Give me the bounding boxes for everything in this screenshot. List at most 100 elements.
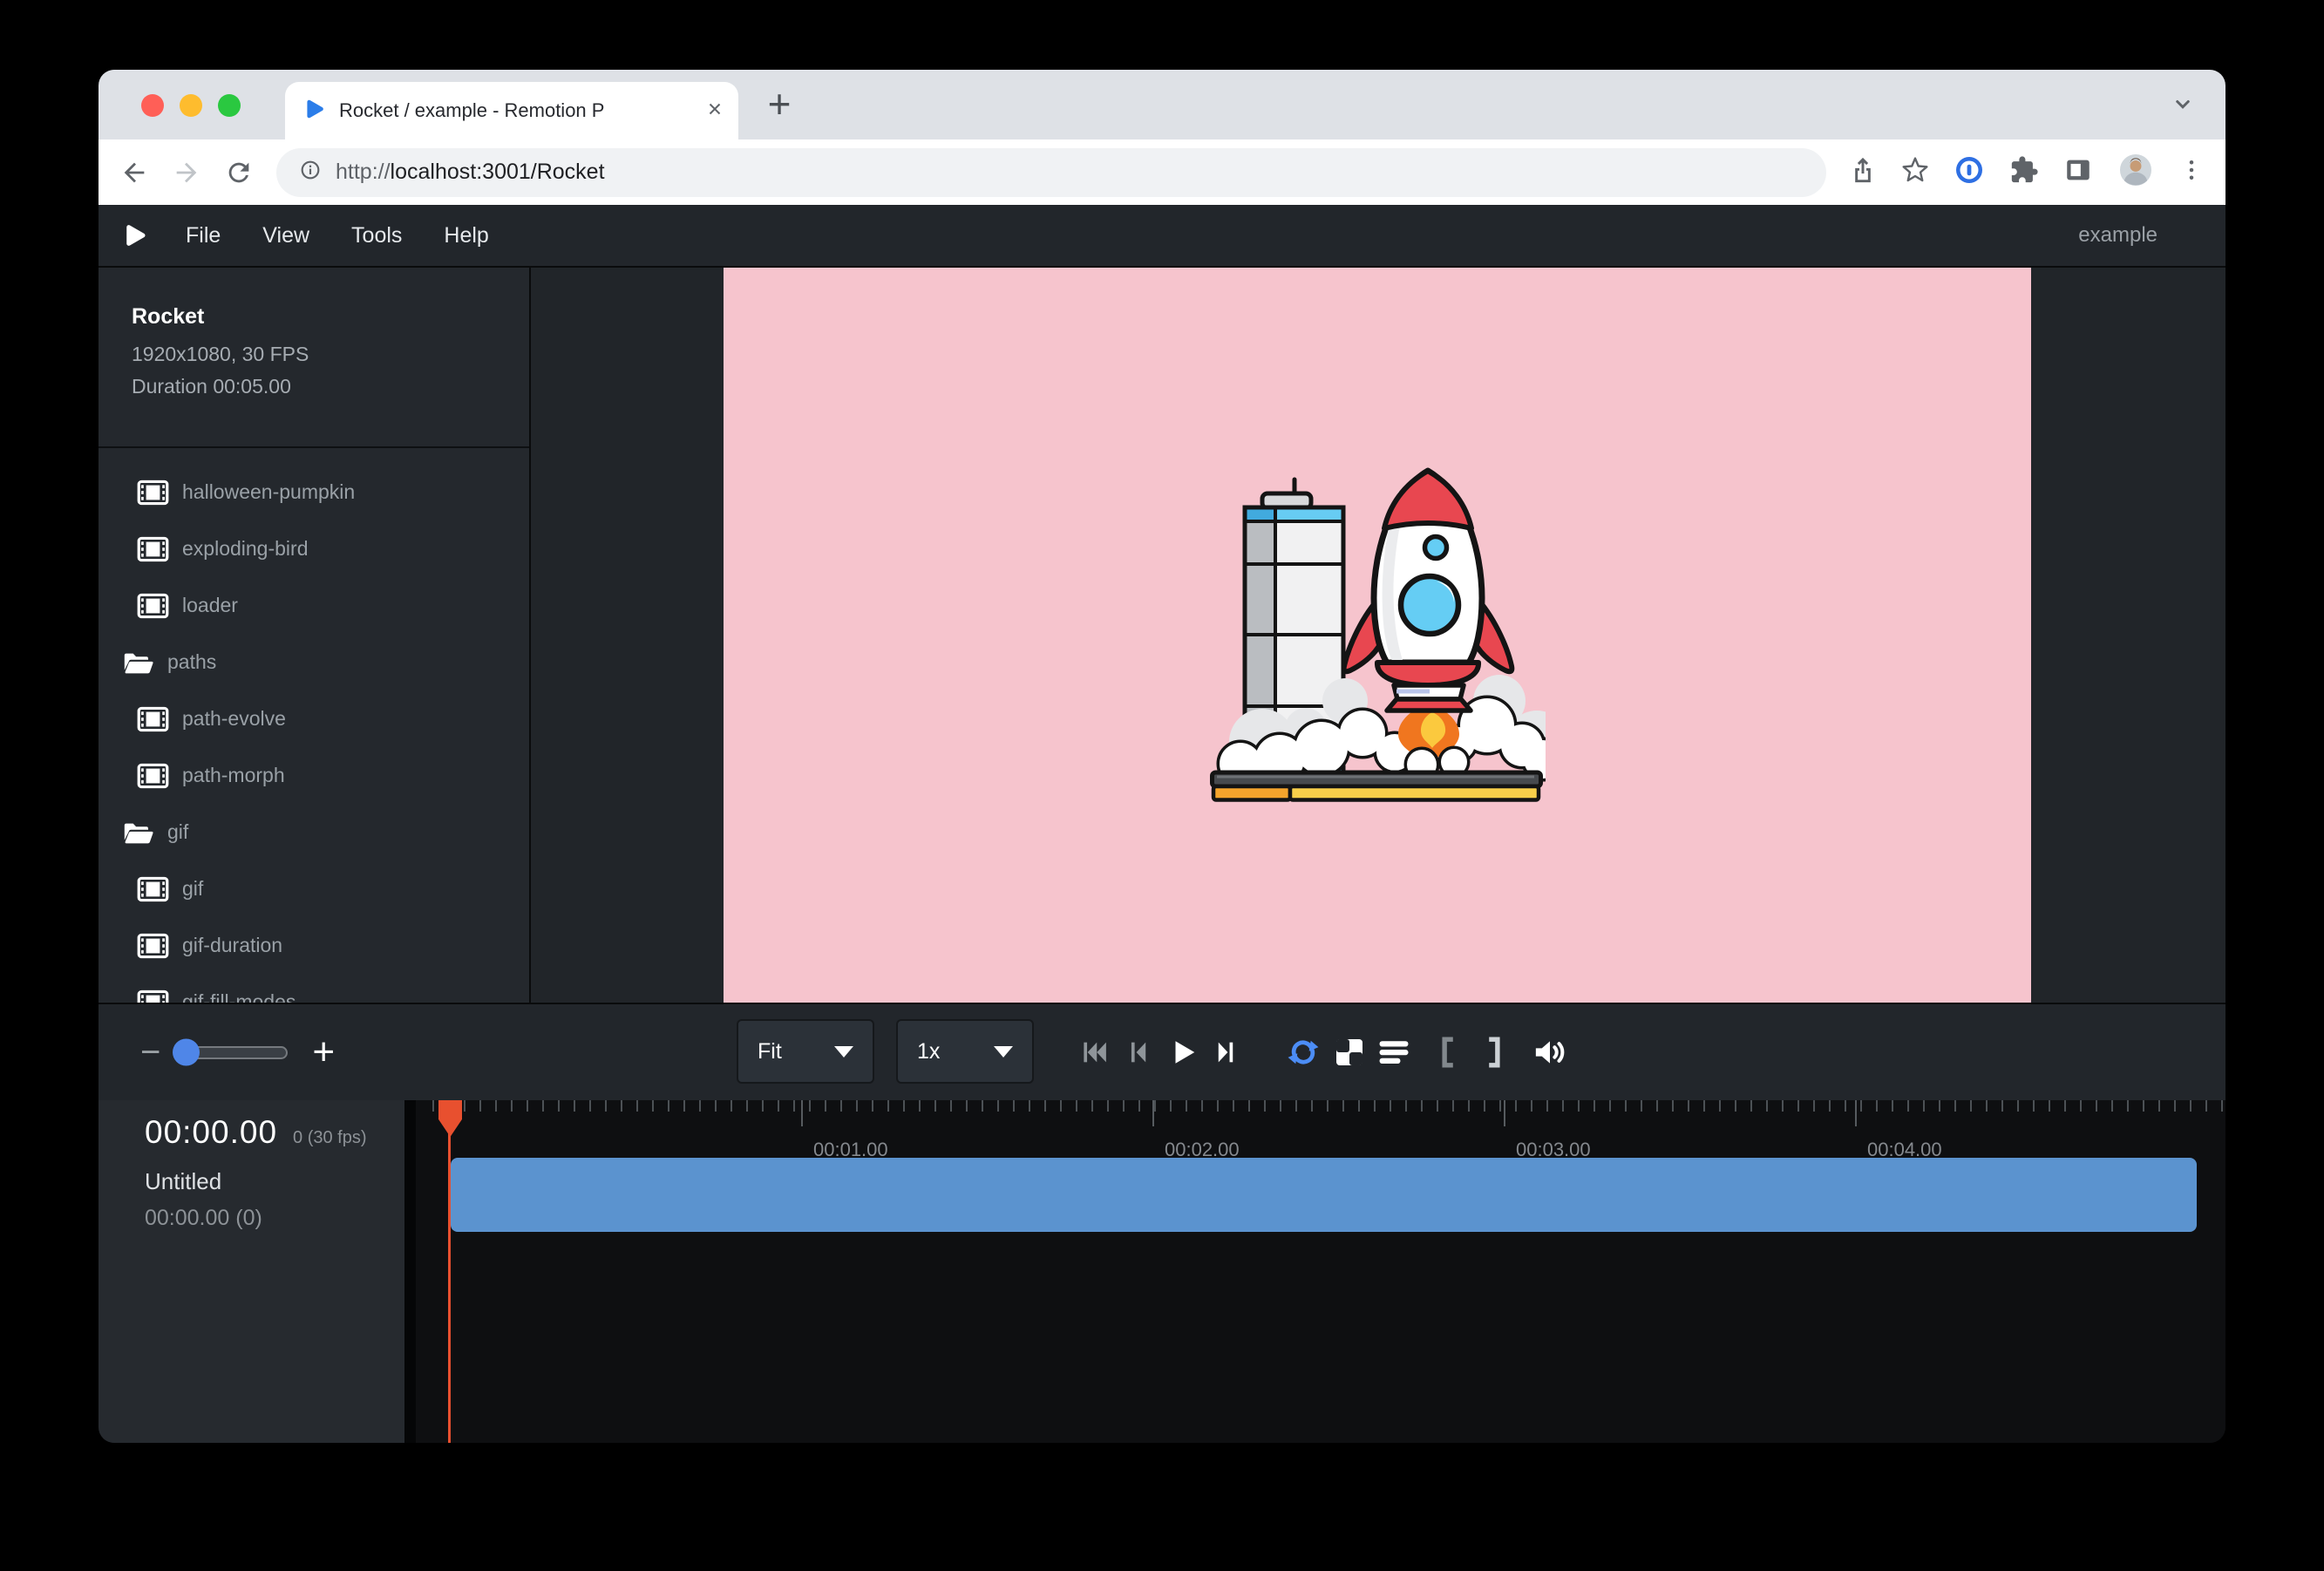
reload-icon[interactable] <box>224 158 254 187</box>
ruler-tick <box>1797 1100 1799 1112</box>
ruler-tick <box>1091 1100 1093 1112</box>
zoom-in-button[interactable]: + <box>312 1030 335 1074</box>
ruler-tick <box>1750 1100 1752 1112</box>
sidebar-item-gif-fill-modes[interactable]: gif-fill-modes <box>99 974 529 1003</box>
ruler-second-tick <box>801 1100 803 1126</box>
sidebar-item-exploding-bird[interactable]: exploding-bird <box>99 520 529 577</box>
menu-file[interactable]: File <box>186 223 221 248</box>
skip-to-start-icon[interactable] <box>1077 1037 1110 1067</box>
ruler-tick <box>1845 1100 1846 1112</box>
remotion-favicon-icon <box>302 98 325 125</box>
menu-view[interactable]: View <box>262 223 309 248</box>
address-bar[interactable]: http://localhost:3001/Rocket <box>276 148 1826 197</box>
in-point-bracket-icon[interactable] <box>1440 1036 1456 1069</box>
ruler-tick <box>1358 1100 1360 1112</box>
chevron-down-icon <box>994 1046 1013 1058</box>
ruler-tick <box>1013 1100 1015 1112</box>
ruler-tick <box>1201 1100 1203 1112</box>
sidebar-item-gif[interactable]: gif <box>99 860 529 917</box>
ruler-tick <box>1594 1100 1595 1112</box>
ruler-tick <box>1264 1100 1266 1112</box>
ruler-tick <box>2096 1100 2097 1112</box>
track-time-label: 00:00.00 (0) <box>145 1206 404 1231</box>
ruler-tick <box>1923 1100 1925 1112</box>
ruler-tick <box>542 1100 544 1112</box>
tab-close-icon[interactable] <box>705 99 724 123</box>
timeline-track-bar[interactable] <box>451 1158 2197 1232</box>
close-window-button[interactable] <box>141 94 164 117</box>
extensions-puzzle-icon[interactable] <box>2009 155 2039 189</box>
sidebar-item-path-morph[interactable]: path-morph <box>99 747 529 804</box>
tab-search-chevron-icon[interactable] <box>2170 91 2196 121</box>
ruler-tick <box>1029 1100 1030 1112</box>
volume-icon[interactable] <box>1532 1036 1567 1069</box>
ruler-second-tick <box>1152 1100 1154 1126</box>
ruler-tick <box>1860 1100 1862 1112</box>
composition-resolution: 1920x1080, 30 FPS <box>132 338 529 371</box>
video-canvas[interactable] <box>724 268 2031 1003</box>
folder-icon <box>120 649 155 677</box>
ruler-tick <box>699 1100 701 1112</box>
ruler-tick <box>479 1100 481 1112</box>
site-info-icon[interactable] <box>299 159 322 186</box>
ruler-tick <box>1437 1100 1438 1112</box>
sidebar-item-gif-duration[interactable]: gif-duration <box>99 917 529 974</box>
profile-avatar[interactable] <box>2117 152 2154 193</box>
sidebar-item-paths[interactable]: paths <box>99 634 529 690</box>
timeline-ruler[interactable]: 00:01.0000:02.0000:03.0000:04.00 <box>427 1100 2225 1443</box>
ruler-tick <box>495 1100 497 1112</box>
ruler-tick <box>1719 1100 1721 1112</box>
sidebar-item-gif[interactable]: gif <box>99 804 529 860</box>
ruler-tick <box>2127 1100 2129 1112</box>
url-text[interactable]: http://localhost:3001/Rocket <box>336 160 605 185</box>
browser-tab[interactable]: Rocket / example - Remotion P <box>285 82 738 139</box>
ruler-tick <box>1390 1100 1391 1112</box>
ruler-tick <box>2017 1100 2019 1112</box>
onepassword-extension-icon[interactable] <box>1954 154 1985 190</box>
ruler-tick <box>574 1100 575 1112</box>
ruler-tick <box>1170 1100 1172 1112</box>
ruler-tick <box>2221 1100 2223 1112</box>
ruler-tick <box>825 1100 826 1112</box>
play-icon[interactable] <box>1165 1037 1199 1068</box>
playhead-line[interactable] <box>448 1100 451 1443</box>
sidebar-item-loader[interactable]: loader <box>99 577 529 634</box>
sidebar-item-path-evolve[interactable]: path-evolve <box>99 690 529 747</box>
bookmark-star-icon[interactable] <box>1901 156 1929 188</box>
menu-tools[interactable]: Tools <box>351 223 402 248</box>
next-frame-icon[interactable] <box>1212 1037 1241 1067</box>
ruler-tick <box>966 1100 968 1112</box>
side-panel-icon[interactable] <box>2063 155 2093 189</box>
ruler-tick <box>2111 1100 2113 1112</box>
ruler-tick <box>778 1100 779 1112</box>
zoom-slider[interactable] <box>174 1046 288 1059</box>
share-icon[interactable] <box>1849 156 1877 188</box>
minimize-window-button[interactable] <box>180 94 202 117</box>
previous-frame-icon[interactable] <box>1123 1037 1152 1067</box>
composition-info: Rocket 1920x1080, 30 FPS Duration 00:05.… <box>99 268 529 403</box>
new-tab-button[interactable]: + <box>754 78 805 129</box>
zoom-slider-knob[interactable] <box>173 1039 200 1066</box>
ruler-tick <box>432 1100 434 1112</box>
toolbar-actions <box>1849 152 2205 193</box>
loop-toggle-icon[interactable] <box>1286 1036 1321 1069</box>
timeline-tracks-icon[interactable] <box>1378 1037 1410 1068</box>
forward-icon[interactable] <box>172 158 201 187</box>
compositions-sidebar: Rocket 1920x1080, 30 FPS Duration 00:05.… <box>99 268 531 1003</box>
sidebar-item-halloween-pumpkin[interactable]: halloween-pumpkin <box>99 464 529 520</box>
out-point-bracket-icon[interactable] <box>1486 1036 1502 1069</box>
ruler-tick <box>887 1100 889 1112</box>
remotion-logo-icon[interactable] <box>121 222 147 248</box>
back-icon[interactable] <box>119 158 149 187</box>
menu-help[interactable]: Help <box>444 223 488 248</box>
ruler-tick <box>1954 1100 1956 1112</box>
playback-speed-select[interactable]: 1x <box>896 1019 1034 1084</box>
zoom-out-button[interactable]: − <box>140 1033 160 1072</box>
track-name-label: Untitled <box>145 1168 404 1195</box>
ruler-tick <box>1688 1100 1689 1112</box>
transparency-checkerboard-icon[interactable] <box>1334 1037 1365 1068</box>
browser-menu-dots-icon[interactable] <box>2178 157 2205 187</box>
canvas-size-select[interactable]: Fit <box>737 1019 874 1084</box>
ruler-tick <box>1044 1100 1046 1112</box>
maximize-window-button[interactable] <box>218 94 241 117</box>
